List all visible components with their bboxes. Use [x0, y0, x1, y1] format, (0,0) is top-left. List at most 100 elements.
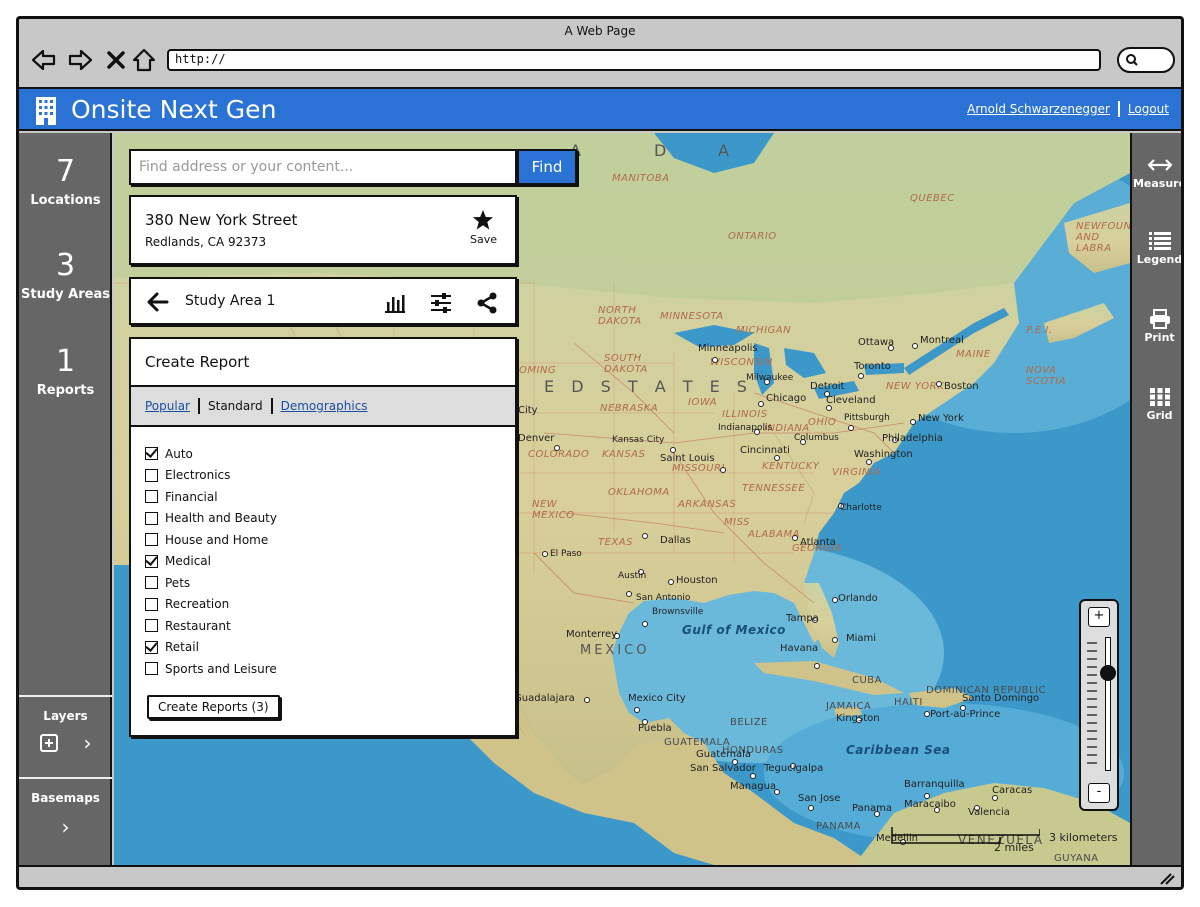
checkbox[interactable] — [145, 533, 158, 547]
stop-button[interactable] — [101, 45, 131, 75]
stat-study-areas[interactable]: 3 Study Areas — [19, 249, 112, 303]
checkbox-label: Sports and Leisure — [165, 661, 277, 676]
city-label: Brownsville — [652, 607, 704, 617]
city-label: Boston — [944, 381, 979, 392]
checkbox-label: House and Home — [165, 532, 269, 547]
city-label: Pittsburgh — [844, 413, 890, 423]
checkbox[interactable] — [145, 619, 158, 633]
city-label: El Paso — [550, 549, 582, 559]
checkbox-label: Medical — [165, 554, 211, 569]
city-marker — [642, 621, 648, 627]
window-title: A Web Page — [564, 24, 636, 38]
city-label: Orlando — [838, 593, 878, 604]
measure-tool[interactable]: Measure — [1132, 155, 1181, 190]
zoom-track[interactable] — [1105, 637, 1111, 771]
chevron-right-icon[interactable]: › — [84, 731, 92, 755]
city-label: Denver — [518, 433, 555, 444]
map-region-label: ARKANSAS — [678, 499, 737, 510]
add-layer-icon[interactable] — [39, 734, 58, 752]
checkbox[interactable] — [145, 511, 158, 525]
checkbox-restaurant[interactable]: Restaurant — [145, 615, 501, 637]
stat-label: Locations — [30, 193, 101, 208]
city-label: Puebla — [638, 723, 672, 734]
sliders-icon[interactable] — [429, 291, 453, 315]
status-bar — [19, 865, 1181, 887]
city-marker — [858, 373, 864, 379]
create-reports-button[interactable]: Create Reports (3) — [147, 695, 280, 719]
checkbox-recreation[interactable]: Recreation — [145, 594, 501, 616]
browser-search-field[interactable] — [1117, 47, 1175, 73]
city-marker — [554, 445, 560, 451]
print-tool[interactable]: Print — [1132, 309, 1181, 344]
zoom-slider-handle[interactable] — [1100, 665, 1116, 682]
checkbox-pets[interactable]: Pets — [145, 572, 501, 594]
city-marker — [712, 357, 718, 363]
forward-button[interactable] — [65, 45, 95, 75]
zoom-in-button[interactable]: + — [1088, 607, 1110, 627]
tab-popular[interactable]: Popular — [145, 399, 190, 413]
grid-tool[interactable]: Grid — [1132, 387, 1181, 422]
url-input[interactable]: http:// — [167, 49, 1101, 71]
checkbox-auto[interactable]: Auto — [145, 443, 501, 465]
city-marker — [758, 401, 764, 407]
back-arrow-icon — [31, 49, 56, 71]
logout-link[interactable]: Logout — [1128, 102, 1169, 116]
city-label: Cincinnati — [740, 445, 790, 456]
checkbox-financial[interactable]: Financial — [145, 486, 501, 508]
checkbox-health-and-beauty[interactable]: Health and Beauty — [145, 508, 501, 530]
report-title: Create Report — [131, 339, 515, 387]
tab-demographics[interactable]: Demographics — [281, 399, 368, 413]
city-label: Tegucigalpa — [764, 763, 824, 774]
chevron-right-icon[interactable]: › — [62, 815, 70, 839]
arrow-left-icon[interactable] — [147, 291, 169, 313]
map-region-label: MISSOURI — [672, 463, 726, 474]
find-button[interactable]: Find — [517, 149, 577, 185]
checkbox[interactable] — [145, 597, 158, 611]
legend-tool[interactable]: Legend — [1132, 231, 1181, 266]
location-card: 380 New York Street Redlands, CA 92373 S… — [129, 195, 517, 265]
checkbox[interactable] — [145, 490, 158, 504]
map-country-label: GUATEMALA — [664, 737, 731, 748]
map-region-label: OKLAHOMA — [608, 487, 670, 498]
zoom-control: + - — [1079, 599, 1119, 811]
city-label: Toronto — [854, 361, 891, 372]
app-header: Onsite Next Gen Arnold Schwarzenegger Lo… — [19, 87, 1181, 131]
checkbox-house-and-home[interactable]: House and Home — [145, 529, 501, 551]
checkbox[interactable] — [145, 662, 158, 676]
bar-chart-icon[interactable] — [383, 291, 407, 315]
city-marker — [634, 707, 640, 713]
back-button[interactable] — [29, 45, 59, 75]
map-region-label: KENTUCKY — [762, 461, 820, 472]
map-region-label: NEBRASKA — [600, 403, 659, 414]
city-label: Port-au-Prince — [930, 709, 1001, 720]
checkbox[interactable] — [145, 640, 158, 654]
user-name-link[interactable]: Arnold Schwarzenegger — [967, 102, 1110, 116]
checkbox-retail[interactable]: Retail — [145, 637, 501, 659]
zoom-ticks — [1087, 642, 1097, 764]
checkbox-electronics[interactable]: Electronics — [145, 465, 501, 487]
checkbox[interactable] — [145, 468, 158, 482]
stat-locations[interactable]: 7 Locations — [19, 155, 112, 209]
search-input[interactable]: Find address or your content... — [129, 149, 517, 185]
map-region-label: QUEBEC — [910, 193, 955, 204]
city-label: Havana — [780, 643, 819, 654]
study-area-title: Study Area 1 — [185, 293, 276, 309]
checkbox[interactable] — [145, 447, 158, 461]
user-links: Arnold Schwarzenegger Logout — [967, 101, 1169, 117]
checkbox[interactable] — [145, 576, 158, 590]
stat-reports[interactable]: 1 Reports — [19, 345, 112, 399]
zoom-out-button[interactable]: - — [1088, 783, 1110, 803]
resize-grip-icon[interactable] — [1159, 871, 1175, 885]
share-icon[interactable] — [475, 291, 499, 315]
map-country-label: PANAMA — [816, 821, 862, 832]
home-button[interactable] — [129, 45, 159, 75]
city-label: Charlotte — [840, 503, 882, 513]
map-region-label: MINNESOTA — [660, 311, 724, 322]
save-button[interactable]: Save — [470, 209, 497, 246]
tab-standard[interactable]: Standard — [208, 399, 263, 413]
measure-icon — [1147, 159, 1172, 171]
city-label: San Antonio — [636, 593, 691, 603]
checkbox-sports-and-leisure[interactable]: Sports and Leisure — [145, 658, 501, 680]
checkbox[interactable] — [145, 554, 158, 568]
checkbox-medical[interactable]: Medical — [145, 551, 501, 573]
